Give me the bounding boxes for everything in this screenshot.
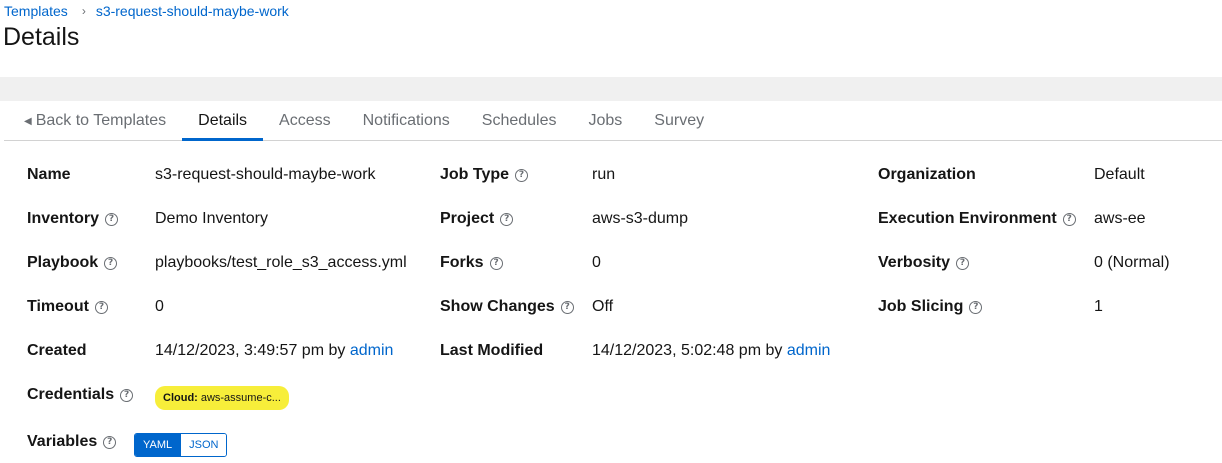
variables-label-text: Variables	[27, 433, 98, 450]
inventory-label-text: Inventory	[27, 210, 100, 227]
job-slicing-label: Job Slicing?	[878, 298, 983, 316]
verbosity-label-text: Verbosity	[878, 254, 951, 271]
breadcrumb-chevron-icon: ›	[81, 4, 86, 18]
project-label: Project?	[440, 210, 514, 228]
execution-environment-link[interactable]: aws-ee	[1094, 210, 1146, 228]
details-row: Timeout? 0 Show Changes? Off Job Slicing…	[4, 298, 1222, 322]
json-toggle-button[interactable]: JSON	[180, 434, 227, 456]
help-icon[interactable]: ?	[120, 388, 134, 402]
created-date: 14/12/2023, 3:49:57 pm by	[155, 342, 346, 359]
created-label-text: Created	[27, 342, 87, 359]
variables-label: Variables?	[27, 433, 117, 451]
job-type-value: run	[592, 166, 616, 183]
details-card: ◀ Back to Templates Details Access Notif…	[4, 101, 1222, 463]
variables-format-toggle: YAML JSON	[134, 433, 228, 457]
show-changes-value: Off	[592, 298, 614, 315]
help-icon[interactable]: ?	[956, 256, 970, 270]
page-divider-band	[0, 77, 1222, 101]
tab-back-to-templates[interactable]: ◀ Back to Templates	[24, 101, 182, 140]
last-modified-value: 14/12/2023, 5:02:48 pm by admin	[592, 342, 830, 360]
tab-bar: ◀ Back to Templates Details Access Notif…	[4, 101, 1222, 141]
last-modified-label-text: Last Modified	[440, 342, 544, 359]
tab-notifications[interactable]: Notifications	[347, 101, 466, 140]
name-label: Name	[27, 166, 71, 184]
help-icon[interactable]: ?	[515, 168, 529, 182]
name-value: s3-request-should-maybe-work	[155, 166, 376, 183]
tab-details[interactable]: Details	[182, 101, 263, 141]
help-icon[interactable]: ?	[969, 300, 983, 314]
organization-label-text: Organization	[878, 166, 976, 183]
caret-left-icon: ◀	[24, 116, 32, 127]
help-icon[interactable]: ?	[94, 300, 108, 314]
show-changes-label-text: Show Changes	[440, 298, 555, 315]
verbosity-label: Verbosity?	[878, 254, 970, 272]
last-modified-label: Last Modified	[440, 342, 543, 360]
help-icon[interactable]: ?	[105, 212, 119, 226]
credential-chip[interactable]: Cloud: aws-assume-c...	[155, 386, 289, 410]
created-by-user-link[interactable]: admin	[350, 342, 394, 359]
breadcrumb: Templates › s3-request-should-maybe-work	[4, 3, 289, 19]
forks-label: Forks?	[440, 254, 503, 272]
modified-by-user-link[interactable]: admin	[787, 342, 831, 359]
execution-environment-label-text: Execution Environment	[878, 210, 1057, 227]
inventory-label: Inventory?	[27, 210, 119, 228]
details-row: Playbook? playbooks/test_role_s3_access.…	[4, 254, 1222, 278]
created-value: 14/12/2023, 3:49:57 pm by admin	[155, 342, 393, 360]
organization-link[interactable]: Default	[1094, 166, 1145, 184]
tab-jobs[interactable]: Jobs	[573, 101, 639, 140]
credential-kind: Cloud:	[163, 392, 198, 404]
credentials-label-text: Credentials	[27, 386, 115, 403]
help-icon[interactable]: ?	[489, 256, 503, 270]
project-label-text: Project	[440, 210, 495, 227]
job-slicing-value: 1	[1094, 298, 1103, 315]
tab-label: Back to Templates	[35, 112, 167, 129]
job-type-label-text: Job Type	[440, 166, 510, 183]
page-title: Details	[3, 23, 80, 51]
credential-name: aws-assume-c...	[200, 392, 281, 404]
execution-environment-label: Execution Environment?	[878, 210, 1076, 228]
playbook-label: Playbook?	[27, 254, 118, 272]
details-row: Name s3-request-should-maybe-work Job Ty…	[4, 166, 1222, 190]
playbook-label-text: Playbook	[27, 254, 99, 271]
help-icon[interactable]: ?	[103, 435, 117, 449]
yaml-toggle-button[interactable]: YAML	[135, 434, 181, 456]
job-type-label: Job Type?	[440, 166, 529, 184]
breadcrumb-current-link[interactable]: s3-request-should-maybe-work	[96, 3, 289, 19]
last-modified-date: 14/12/2023, 5:02:48 pm by	[592, 342, 783, 359]
name-label-text: Name	[27, 166, 71, 183]
forks-label-text: Forks	[440, 254, 484, 271]
details-row: Variables? YAML JSON	[4, 433, 1222, 457]
created-label: Created	[27, 342, 87, 360]
breadcrumb-templates-link[interactable]: Templates	[4, 3, 68, 19]
help-icon[interactable]: ?	[500, 212, 514, 226]
organization-label: Organization	[878, 166, 976, 184]
timeout-label: Timeout?	[27, 298, 108, 316]
tab-survey[interactable]: Survey	[638, 101, 720, 140]
help-icon[interactable]: ?	[560, 300, 574, 314]
details-row: Created 14/12/2023, 3:49:57 pm by admin …	[4, 342, 1222, 366]
project-link[interactable]: aws-s3-dump	[592, 210, 688, 228]
credentials-label: Credentials?	[27, 386, 134, 404]
details-row: Credentials? Cloud: aws-assume-c...	[4, 386, 1222, 410]
timeout-label-text: Timeout	[27, 298, 89, 315]
tab-schedules[interactable]: Schedules	[466, 101, 573, 140]
details-row: Inventory? Demo Inventory Project? aws-s…	[4, 210, 1222, 234]
timeout-value: 0	[155, 298, 164, 315]
playbook-value: playbooks/test_role_s3_access.yml	[155, 254, 407, 271]
forks-value: 0	[592, 254, 601, 271]
help-icon[interactable]: ?	[1062, 212, 1076, 226]
tab-access[interactable]: Access	[263, 101, 347, 140]
show-changes-label: Show Changes?	[440, 298, 574, 316]
job-slicing-label-text: Job Slicing	[878, 298, 964, 315]
help-icon[interactable]: ?	[104, 256, 118, 270]
page-header: Templates › s3-request-should-maybe-work…	[0, 0, 1222, 77]
verbosity-value: 0 (Normal)	[1094, 254, 1170, 271]
inventory-link[interactable]: Demo Inventory	[155, 210, 268, 228]
